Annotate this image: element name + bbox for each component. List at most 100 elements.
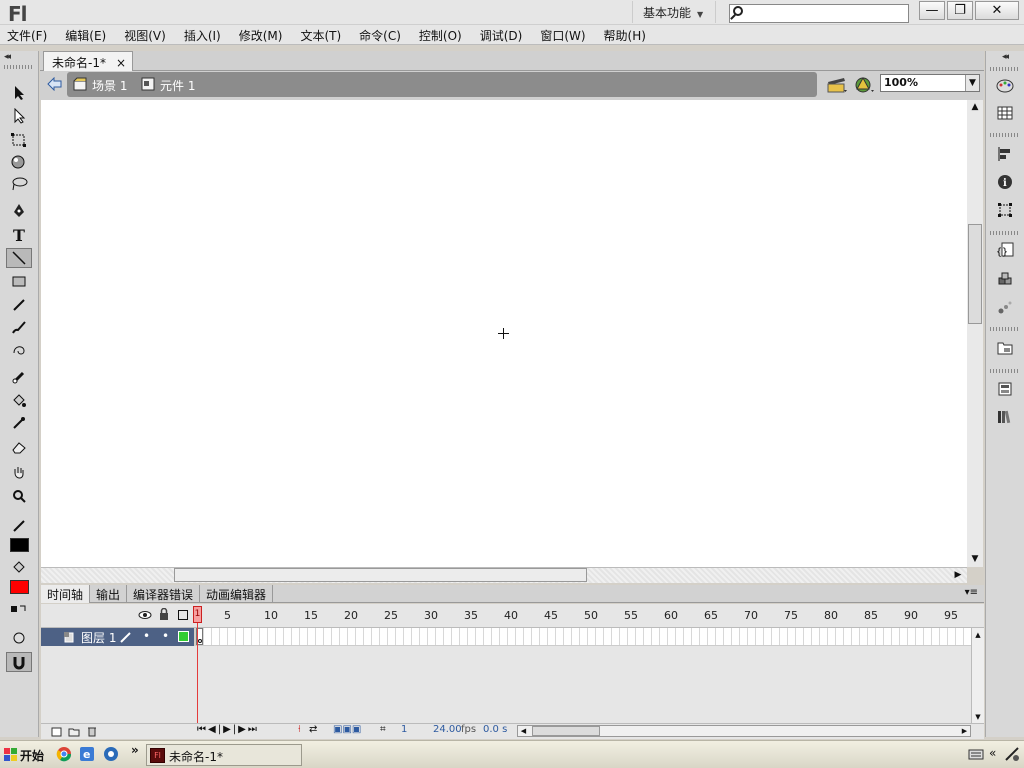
fill-color-swatch[interactable] bbox=[10, 580, 29, 594]
timeline-horizontal-thumb[interactable] bbox=[532, 726, 600, 736]
menu-file[interactable]: 文件(F) bbox=[7, 25, 47, 44]
back-icon[interactable] bbox=[47, 76, 63, 94]
hand-tool-icon[interactable] bbox=[6, 463, 32, 483]
panel-grip[interactable] bbox=[990, 369, 1020, 373]
layer-visibility-dot[interactable]: • bbox=[143, 629, 150, 643]
eraser-tool-icon[interactable] bbox=[6, 437, 32, 457]
panel-menu-icon[interactable]: ▾≡ bbox=[965, 587, 978, 598]
stage-canvas[interactable] bbox=[41, 100, 967, 567]
menu-text[interactable]: 文本(T) bbox=[300, 25, 341, 44]
workspace-switcher[interactable]: 基本功能 ▼ bbox=[632, 1, 716, 23]
help-search-input[interactable] bbox=[729, 4, 909, 23]
edit-scene-icon[interactable] bbox=[826, 76, 848, 97]
menu-window[interactable]: 窗口(W) bbox=[540, 25, 585, 44]
first-frame-icon[interactable]: ⏮ bbox=[197, 724, 208, 735]
eye-icon[interactable] bbox=[138, 609, 152, 624]
keyboard-icon[interactable] bbox=[968, 747, 984, 764]
actions-panel-icon[interactable]: {} bbox=[994, 239, 1016, 261]
scroll-up-icon[interactable]: ▲ bbox=[972, 628, 984, 640]
menu-commands[interactable]: 命令(C) bbox=[359, 25, 401, 44]
edit-symbols-icon[interactable] bbox=[852, 75, 876, 98]
fill-color-icon[interactable] bbox=[6, 557, 32, 577]
show-hidden-icons[interactable]: « bbox=[989, 746, 996, 760]
collapse-icon[interactable]: ◂◂ bbox=[1002, 52, 1009, 62]
taskbar-window-button[interactable]: Fl 未命名-1* bbox=[146, 744, 302, 766]
line-tool-icon[interactable] bbox=[6, 248, 32, 268]
network-icon[interactable] bbox=[1004, 746, 1020, 765]
eyedropper-tool-icon[interactable] bbox=[6, 413, 32, 433]
swap-colors-icon[interactable] bbox=[6, 600, 32, 620]
deco-tool-icon[interactable] bbox=[6, 339, 32, 359]
scroll-down-icon[interactable]: ▼ bbox=[967, 552, 983, 566]
pencil-tool-icon[interactable] bbox=[6, 295, 32, 315]
swatches-panel-icon[interactable] bbox=[994, 102, 1016, 124]
stroke-color-icon[interactable] bbox=[6, 516, 32, 536]
stage-vertical-scrollbar[interactable]: ▲ ▼ bbox=[967, 100, 983, 567]
menu-edit[interactable]: 编辑(E) bbox=[65, 25, 106, 44]
menu-control[interactable]: 控制(O) bbox=[419, 25, 462, 44]
tab-output[interactable]: 输出 bbox=[90, 585, 128, 603]
color-panel-icon[interactable] bbox=[994, 75, 1016, 97]
history-panel-icon[interactable] bbox=[994, 406, 1016, 428]
step-back-icon[interactable]: ◀| bbox=[208, 724, 223, 735]
timeline-horizontal-scrollbar[interactable]: ◀ ▶ bbox=[517, 725, 971, 737]
tab-timeline[interactable]: 时间轴 bbox=[41, 585, 91, 603]
panel-grip[interactable] bbox=[4, 65, 34, 69]
document-tab[interactable]: 未命名-1* × bbox=[43, 51, 134, 71]
symbol-crumb[interactable]: 元件 1 bbox=[160, 77, 195, 94]
components-panel-icon[interactable] bbox=[994, 268, 1016, 290]
menu-view[interactable]: 视图(V) bbox=[124, 25, 166, 44]
project-panel-icon[interactable] bbox=[994, 378, 1016, 400]
onion-markers-icon[interactable]: ⌗ bbox=[380, 724, 386, 735]
play-icon[interactable]: ▶ bbox=[223, 724, 233, 735]
paint-bucket-tool-icon[interactable] bbox=[6, 391, 32, 411]
scroll-left-icon[interactable]: ◀ bbox=[518, 726, 529, 736]
scroll-right-icon[interactable]: ▶ bbox=[951, 568, 965, 582]
ie-icon[interactable]: e bbox=[79, 746, 95, 765]
collapse-icon[interactable]: ◂◂ bbox=[4, 52, 11, 62]
center-frame-icon[interactable]: ⍿ bbox=[298, 724, 301, 735]
scroll-up-icon[interactable]: ▲ bbox=[967, 100, 983, 114]
scene-crumb[interactable]: 场景 1 bbox=[92, 77, 127, 94]
3d-rotation-tool-icon[interactable] bbox=[6, 152, 32, 172]
close-tab-icon[interactable]: × bbox=[116, 56, 126, 70]
menu-debug[interactable]: 调试(D) bbox=[480, 25, 523, 44]
restore-button[interactable]: ❐ bbox=[947, 1, 973, 20]
stroke-color-swatch[interactable] bbox=[10, 538, 29, 552]
layer-outline-color[interactable] bbox=[178, 631, 189, 642]
scroll-right-icon[interactable]: ▶ bbox=[959, 726, 970, 736]
frame-grid[interactable] bbox=[196, 628, 971, 646]
playhead[interactable]: 1 bbox=[193, 606, 202, 623]
step-forward-icon[interactable]: |▶ bbox=[233, 724, 248, 735]
transform-panel-icon[interactable] bbox=[994, 199, 1016, 221]
layer-row[interactable]: 图层 1 • • bbox=[41, 628, 194, 646]
brush-tool-icon[interactable] bbox=[6, 317, 32, 337]
delete-layer-icon[interactable] bbox=[86, 725, 98, 740]
motion-presets-icon[interactable] bbox=[994, 296, 1016, 318]
current-frame[interactable]: 1 bbox=[401, 724, 407, 735]
menu-help[interactable]: 帮助(H) bbox=[604, 25, 646, 44]
panel-grip[interactable] bbox=[990, 67, 1020, 71]
scroll-down-icon[interactable]: ▼ bbox=[972, 710, 984, 722]
panel-grip[interactable] bbox=[990, 231, 1020, 235]
new-layer-icon[interactable] bbox=[51, 726, 63, 740]
outline-icon[interactable] bbox=[178, 610, 188, 620]
object-drawing-icon[interactable] bbox=[6, 628, 32, 648]
layer-name[interactable]: 图层 1 bbox=[81, 629, 116, 646]
menu-insert[interactable]: 插入(I) bbox=[184, 25, 221, 44]
timeline-vertical-scrollbar[interactable]: ▲ ▼ bbox=[971, 628, 984, 723]
text-tool-icon[interactable]: T bbox=[6, 225, 32, 245]
tab-motion-editor[interactable]: 动画编辑器 bbox=[200, 585, 274, 603]
rectangle-tool-icon[interactable] bbox=[6, 272, 32, 292]
subselection-tool-icon[interactable] bbox=[6, 106, 32, 126]
close-window-button[interactable]: ✕ bbox=[975, 1, 1019, 20]
chevron-down-icon[interactable]: ▼ bbox=[965, 75, 979, 91]
last-frame-icon[interactable]: ⏭ bbox=[248, 724, 259, 735]
frame-rate[interactable]: 24.00 bbox=[433, 724, 462, 735]
chrome-icon[interactable] bbox=[56, 746, 72, 765]
tab-compiler-errors[interactable]: 编译器错误 bbox=[127, 585, 201, 603]
align-panel-icon[interactable] bbox=[994, 143, 1016, 165]
lock-icon[interactable] bbox=[158, 607, 170, 624]
pen-tool-icon[interactable] bbox=[6, 201, 32, 221]
bone-tool-icon[interactable] bbox=[6, 367, 32, 387]
